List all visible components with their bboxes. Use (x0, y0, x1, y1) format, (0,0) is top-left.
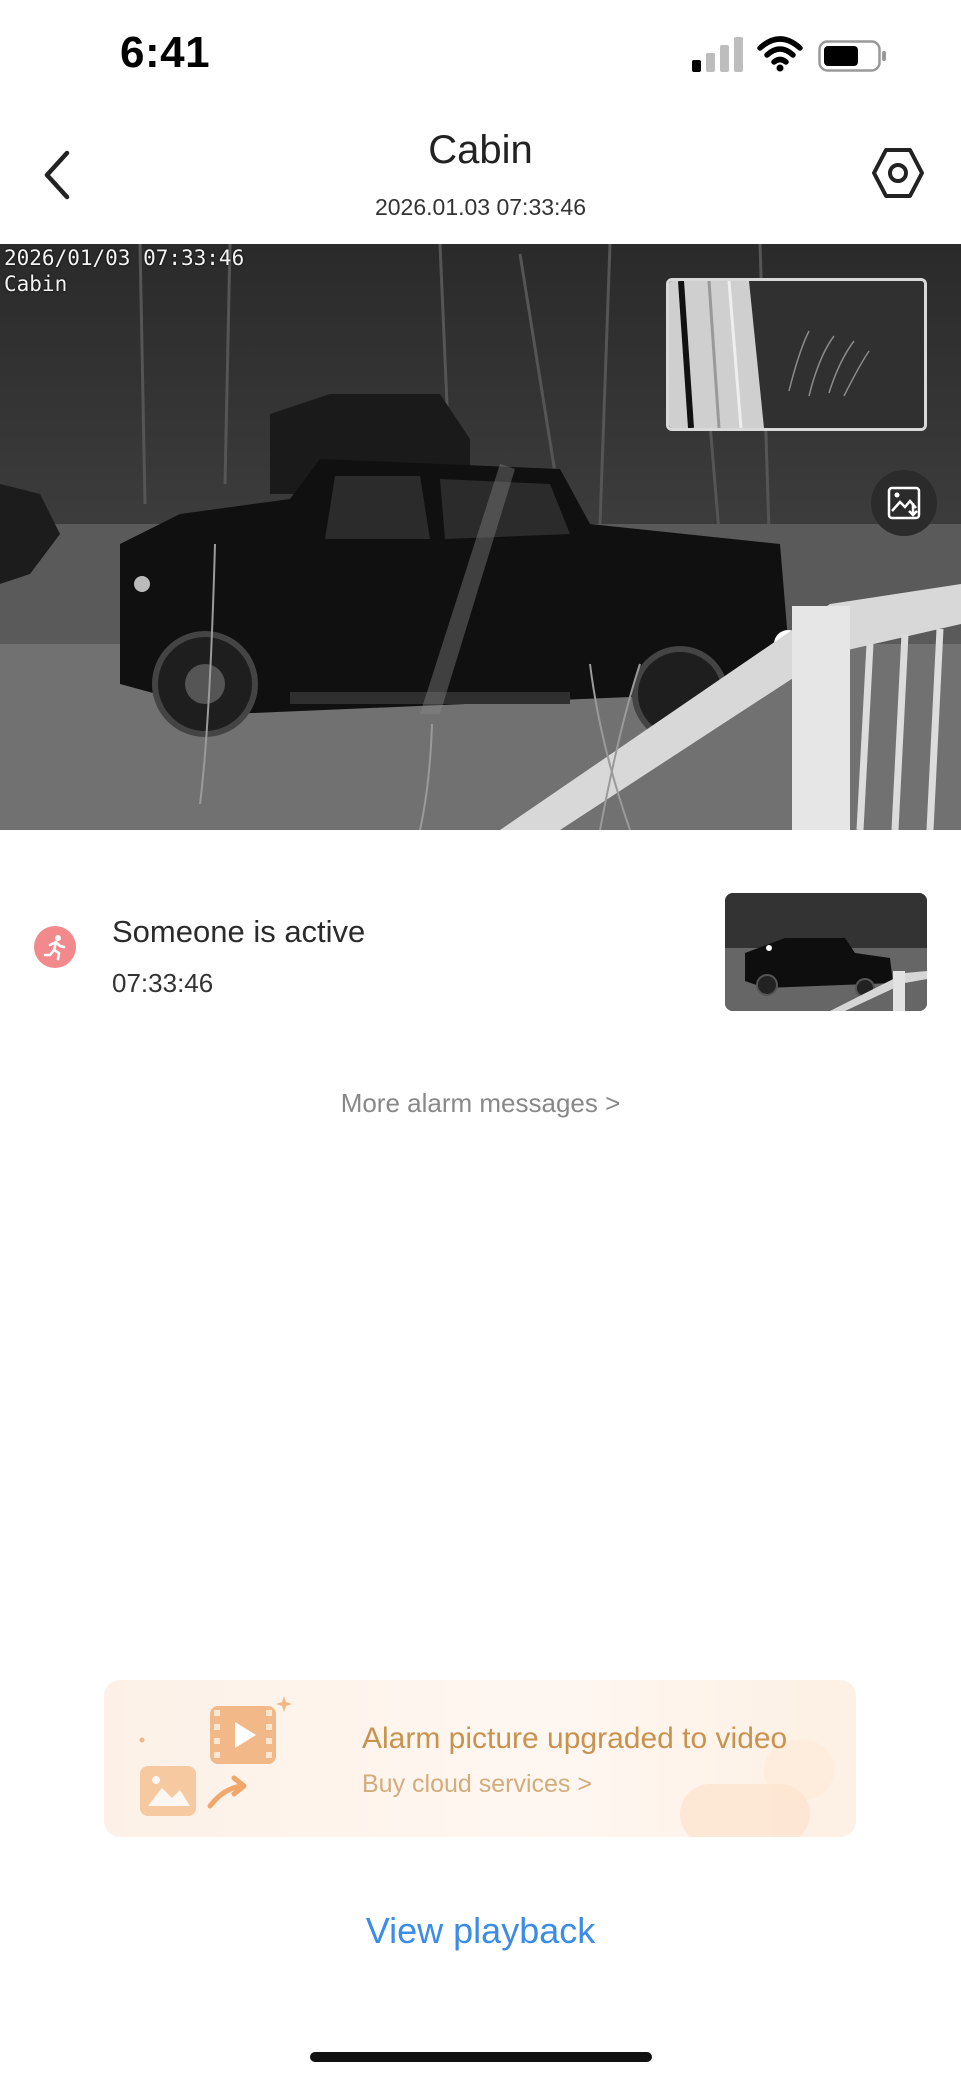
osd-camera-name: Cabin (4, 272, 68, 296)
alarm-list-item[interactable]: Someone is active 07:33:46 (0, 880, 961, 1020)
status-bar: 6:41 (0, 0, 961, 110)
buy-cloud-services-link[interactable]: Buy cloud services > (362, 1770, 592, 1799)
nav-header: Cabin 2026.01.03 07:33:46 (0, 110, 961, 240)
page-title: Cabin (428, 128, 533, 172)
view-playback-button[interactable]: View playback (0, 1910, 961, 1952)
secondary-lens-image (669, 281, 924, 428)
running-person-icon (34, 926, 76, 968)
camera-snapshot[interactable]: 2026/01/03 07:33:46 Cabin (0, 244, 961, 830)
home-indicator[interactable] (310, 2052, 652, 2062)
osd-timestamp: 2026/01/03 07:33:46 (4, 246, 245, 270)
banner-title: Alarm picture upgraded to video (362, 1722, 788, 1755)
more-alarm-messages-link[interactable]: More alarm messages > (0, 1088, 961, 1119)
wifi-icon (757, 36, 803, 72)
alarm-title: Someone is active (112, 914, 366, 949)
picture-to-video-illustration-icon (139, 1696, 292, 1816)
battery-icon (818, 40, 886, 72)
alarm-time: 07:33:46 (112, 968, 214, 998)
alarm-thumbnail[interactable] (725, 893, 927, 1011)
image-download-icon (887, 486, 921, 520)
settings-hexagon-icon (872, 148, 924, 198)
settings-button[interactable] (866, 138, 930, 208)
banner-decoration (680, 1784, 810, 1837)
secondary-lens-preview[interactable] (666, 278, 927, 431)
alarm-thumbnail-image (725, 893, 927, 1011)
cloud-service-banner[interactable]: Alarm picture upgraded to video Buy clou… (104, 1680, 856, 1837)
cellular-signal-icon (692, 37, 743, 72)
page-subtitle-datetime: 2026.01.03 07:33:46 (374, 194, 587, 220)
status-time: 6:41 (120, 28, 211, 77)
save-image-button[interactable] (871, 470, 937, 536)
